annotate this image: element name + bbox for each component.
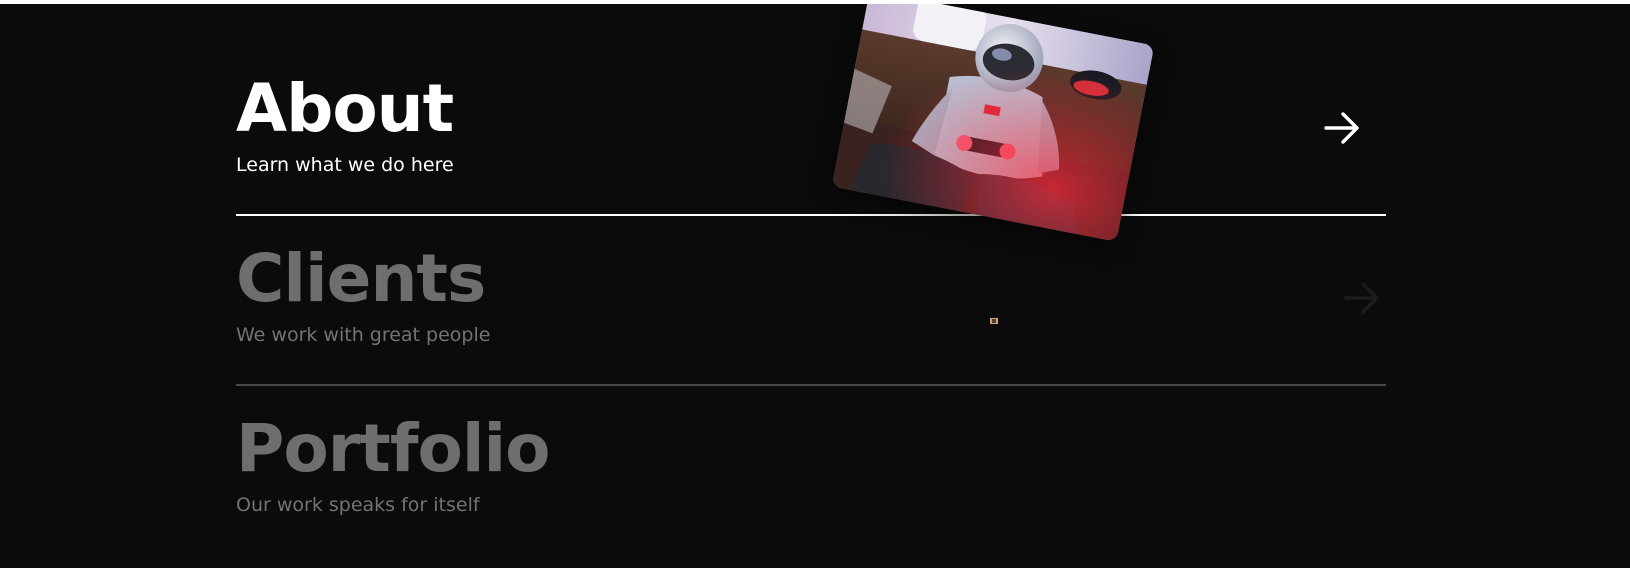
- menu-item-title: Clients: [236, 240, 486, 317]
- menu-item-title: About: [236, 70, 454, 147]
- arrow-right-icon[interactable]: [1342, 278, 1382, 318]
- menu-item-clients[interactable]: Clients We work with great people: [236, 224, 1386, 394]
- hover-menu-section: About Learn what we do here Clients We w…: [0, 4, 1630, 568]
- arrow-right-icon[interactable]: [1322, 108, 1362, 148]
- menu-item-portfolio[interactable]: Portfolio Our work speaks for itself: [236, 394, 1386, 564]
- menu-item-subtitle: Learn what we do here: [236, 154, 454, 176]
- menu-item-subtitle: We work with great people: [236, 324, 491, 346]
- menu-divider: [236, 384, 1386, 386]
- cursor-icon: [990, 318, 998, 324]
- menu-item-about[interactable]: About Learn what we do here: [236, 54, 1386, 224]
- menu-item-subtitle: Our work speaks for itself: [236, 494, 480, 516]
- menu-divider: [236, 214, 1386, 216]
- menu-item-title: Portfolio: [236, 410, 550, 487]
